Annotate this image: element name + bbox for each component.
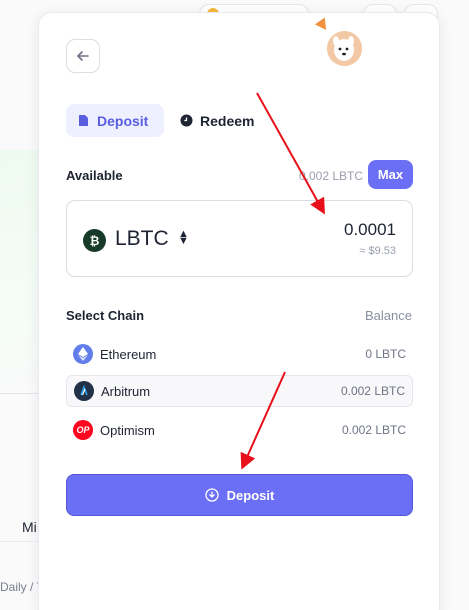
arrow-left-icon [77, 51, 89, 61]
tab-redeem[interactable]: Redeem [180, 104, 254, 137]
back-button[interactable] [66, 39, 100, 73]
available-label: Available [66, 168, 123, 183]
ethereum-icon [73, 344, 93, 364]
chain-option-arbitrum[interactable]: Arbitrum 0.002 LBTC [66, 375, 413, 407]
clock-icon [180, 114, 193, 127]
token-selector[interactable]: LBTC [115, 227, 169, 251]
bitcoin-icon: ₿ [83, 229, 106, 252]
chain-balance: 0.002 LBTC [341, 423, 406, 437]
chain-balance: 0.002 LBTC [340, 384, 405, 398]
amount-field[interactable]: 0.0001 [344, 220, 396, 240]
chain-balance: 0 LBTC [365, 347, 406, 361]
tab-deposit-label: Deposit [97, 112, 149, 129]
balance-header: Balance [365, 308, 412, 323]
deposit-button[interactable]: Deposit [66, 474, 413, 516]
max-button[interactable]: Max [368, 160, 413, 189]
sort-icon[interactable]: ▲ ▼ [178, 229, 189, 247]
deposit-modal: Deposit Redeem Available 0.002 LBTC Max … [38, 12, 440, 610]
optimism-icon: OP [73, 420, 93, 440]
available-value: 0.002 LBTC [299, 169, 364, 183]
background-divider [0, 393, 40, 394]
chain-name: Arbitrum [101, 383, 151, 399]
chain-option-ethereum[interactable]: Ethereum 0 LBTC [66, 338, 413, 370]
select-chain-label: Select Chain [66, 308, 145, 323]
background-tab-divider [0, 541, 40, 542]
chain-option-optimism[interactable]: OP Optimism 0.002 LBTC [66, 414, 413, 446]
amount-input-box[interactable]: ₿ LBTC ▲ ▼ 0.0001 ≈ $9.53 [66, 200, 413, 277]
background-tab[interactable]: Mi [22, 519, 37, 535]
tab-redeem-label: Redeem [200, 112, 255, 129]
download-icon [205, 488, 219, 502]
arbitrum-icon [74, 381, 94, 401]
avatar[interactable] [327, 31, 362, 66]
chain-name: Optimism [100, 422, 155, 438]
amount-usd-value: ≈ $9.53 [359, 245, 396, 257]
document-icon [79, 115, 88, 126]
chain-name: Ethereum [100, 346, 157, 362]
deposit-button-label: Deposit [226, 487, 275, 503]
tab-deposit[interactable]: Deposit [66, 104, 164, 137]
